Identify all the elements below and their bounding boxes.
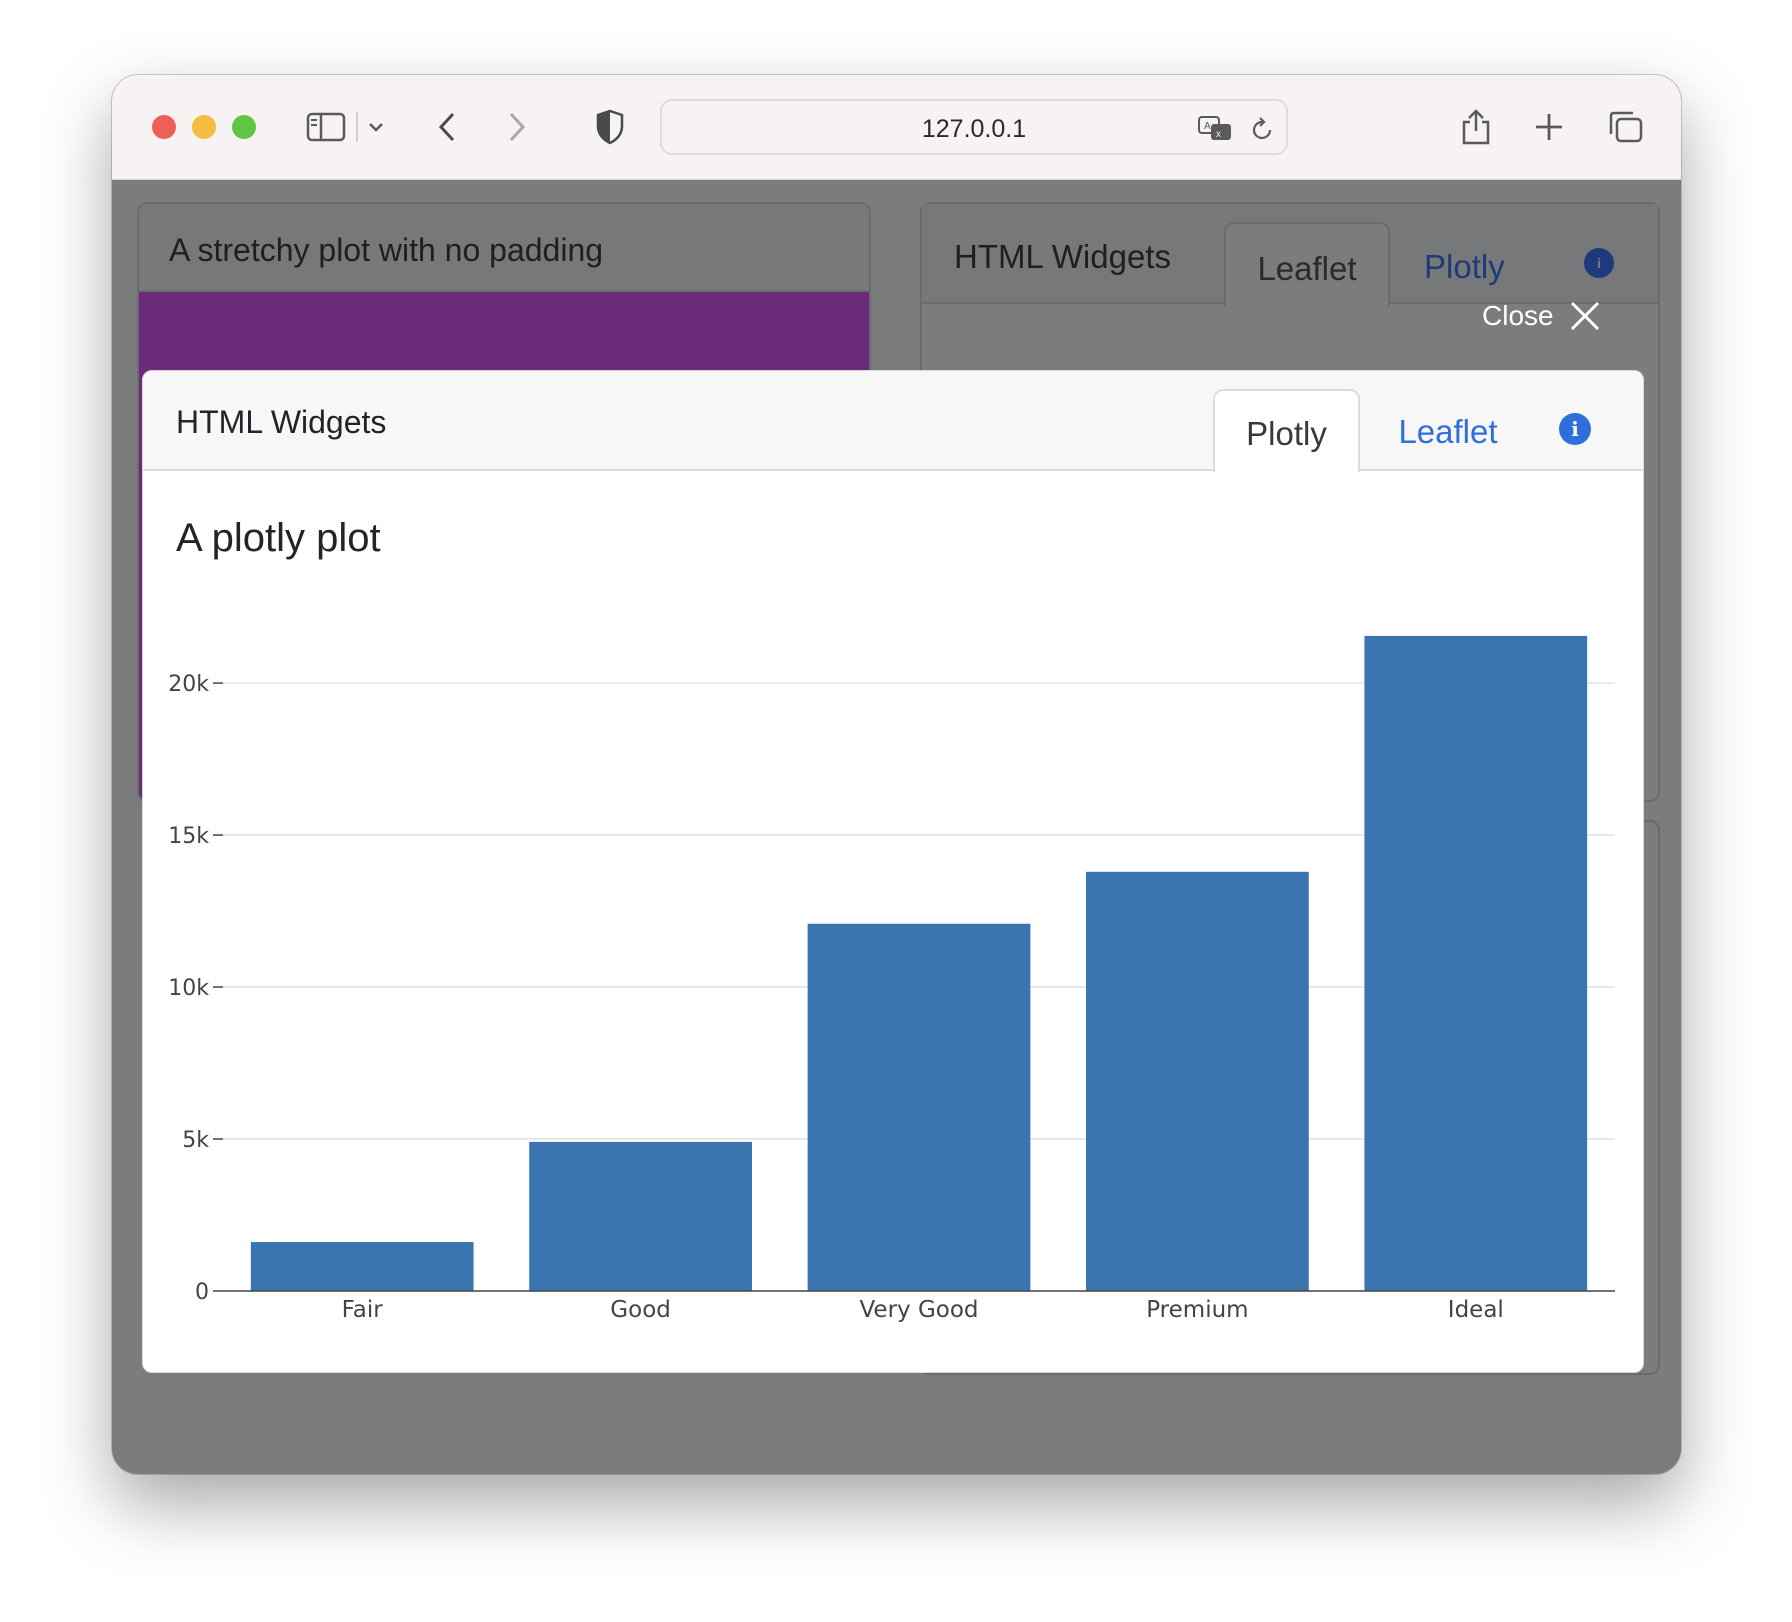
reload-icon[interactable] [1248,105,1276,153]
x-tick-label: Good [610,1297,671,1323]
address-bar[interactable]: 127.0.0.1 Ax [660,99,1288,155]
background-tab-plotly: Plotly [1424,248,1505,285]
background-card-title: A stretchy plot with no padding [139,204,869,292]
privacy-shield-icon[interactable] [592,103,628,151]
close-window-button[interactable] [152,115,176,139]
card-header: HTML Widgets Plotly Leaflet i [143,371,1643,473]
url-text: 127.0.0.1 [921,115,1027,143]
translate-icon[interactable]: Ax [1196,105,1236,153]
x-tick-label: Premium [1146,1297,1248,1323]
bar [1086,871,1309,1291]
fullscreen-card: HTML Widgets Plotly Leaflet i A plotly p… [142,370,1644,1373]
browser-window: 127.0.0.1 Ax A stretchy plot with no pad… [112,75,1681,1474]
close-label: Close [1482,300,1554,331]
background-info-icon: i [1584,248,1614,278]
forward-arrow-icon[interactable] [502,103,532,151]
bar [529,1141,752,1291]
card-title: HTML Widgets [176,404,387,440]
y-tick-label: 5k [182,1128,209,1153]
bar [250,1242,474,1291]
back-arrow-icon[interactable] [432,103,462,151]
y-tick-label: 20k [168,672,209,697]
svg-text:A: A [1204,121,1211,132]
tab-leaflet[interactable]: Leaflet [1383,389,1513,473]
x-tick-label: Very Good [859,1297,978,1323]
y-tick-label: 15k [168,824,209,849]
toolbar-divider [356,103,358,151]
bar [1364,635,1588,1291]
bar-chart: 0 5k 10k 15k 20k Fair Good Very Good Premium Idea… [168,635,1615,1323]
close-fullscreen-button[interactable]: Close [1482,300,1600,332]
tab-plotly[interactable]: Plotly [1213,389,1360,473]
background-card-header: HTML Widgets Leaflet Plotly i [922,204,1658,306]
tab-overview-icon[interactable] [1606,103,1644,151]
chevron-down-icon[interactable] [364,103,388,151]
close-icon [1570,301,1599,331]
y-tick-label: 0 [195,1280,209,1305]
zoom-window-button[interactable] [232,115,256,139]
y-tick-label: 10k [168,976,209,1001]
x-tick-label: Ideal [1448,1297,1504,1323]
new-tab-icon[interactable] [1532,103,1566,151]
svg-text:x: x [1216,129,1221,140]
share-icon[interactable] [1458,103,1494,151]
browser-toolbar: 127.0.0.1 Ax [112,75,1681,180]
background-tab-leaflet: Leaflet [1224,222,1390,306]
minimize-window-button[interactable] [192,115,216,139]
dimmed-background-page: A stretchy plot with no padding HTML Wid… [112,180,1681,1474]
bar [807,923,1031,1291]
x-tick-label: Fair [342,1297,384,1323]
plot-title: A plotly plot [176,516,381,560]
sidebar-toggle-icon[interactable] [304,103,348,151]
background-card-title: HTML Widgets [954,238,1171,275]
info-icon[interactable]: i [1559,413,1591,445]
